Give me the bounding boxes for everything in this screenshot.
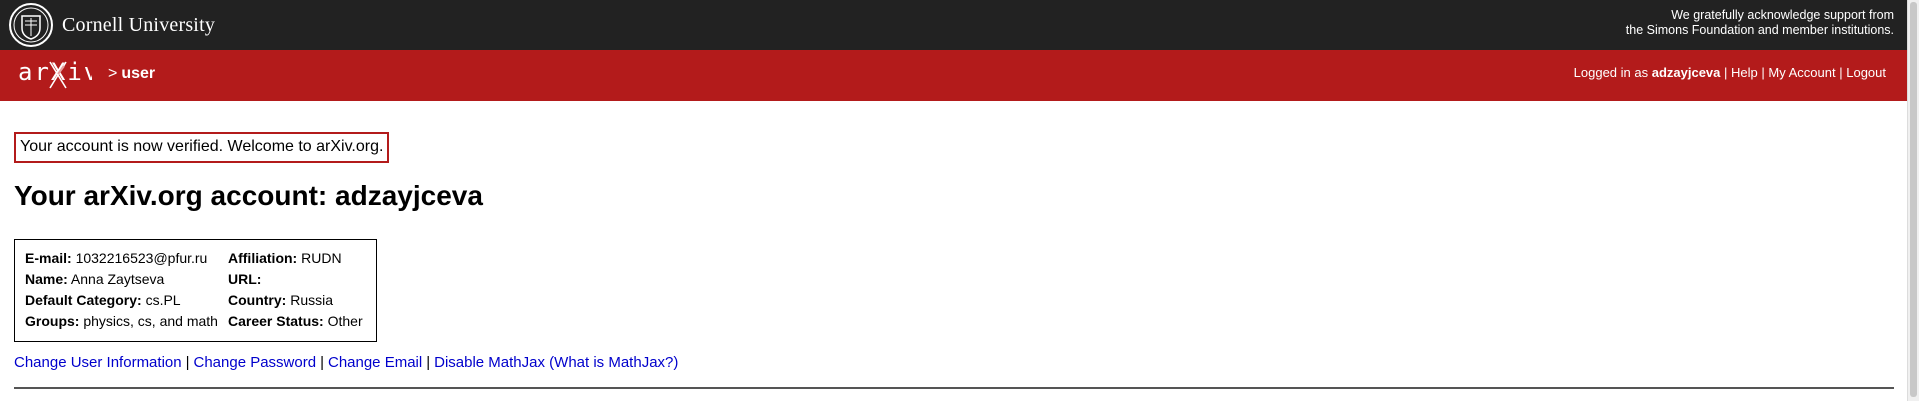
change-user-information-link[interactable]: Change User Information — [14, 354, 182, 371]
career-status-row: Career Status: Other — [228, 311, 363, 332]
change-password-link[interactable]: Change Password — [194, 354, 317, 371]
support-acknowledgement: We gratefully acknowledge support from t… — [1626, 8, 1894, 38]
account-actions: Change User Information | Change Password |… — [14, 354, 679, 371]
url-row: URL: — [228, 269, 363, 290]
affiliation-row: Affiliation: RUDN — [228, 248, 363, 269]
scrollbar-thumb[interactable] — [1910, 2, 1917, 397]
groups-label: Groups: — [25, 313, 80, 329]
name-label: Name: — [25, 271, 68, 287]
breadcrumb: > user — [108, 65, 155, 83]
support-line-2[interactable]: the Simons Foundation and member institu… — [1626, 23, 1894, 38]
default-category-label: Default Category: — [25, 292, 142, 308]
breadcrumb-separator: > — [108, 65, 118, 82]
career-status-label: Career Status: — [228, 313, 324, 329]
account-info-left: E-mail: 1032216523@pfur.ru Name: Anna Za… — [25, 248, 218, 332]
divider — [14, 387, 1894, 389]
my-account-link[interactable]: My Account — [1768, 65, 1835, 80]
account-info-box: E-mail: 1032216523@pfur.ru Name: Anna Za… — [14, 239, 377, 342]
name-row: Name: Anna Zaytseva — [25, 269, 218, 290]
groups-row: Groups: physics, cs, and math — [25, 311, 218, 332]
disable-mathjax-link[interactable]: Disable MathJax — [434, 354, 545, 371]
logout-link[interactable]: Logout — [1846, 65, 1886, 80]
email-row: E-mail: 1032216523@pfur.ru — [25, 248, 218, 269]
email-value: 1032216523@pfur.ru — [75, 250, 208, 266]
cornell-seal-icon — [9, 3, 53, 47]
cornell-logo-link[interactable]: Cornell University — [8, 2, 215, 48]
arxiv-logo-link[interactable]: arXiv — [18, 58, 98, 95]
logged-in-username: adzayjceva — [1651, 65, 1721, 80]
groups-value: physics, cs, and math — [83, 313, 218, 329]
page-title: Your arXiv.org account: adzayjceva — [14, 180, 483, 211]
affiliation-value: RUDN — [301, 250, 342, 266]
default-category-value: cs.PL — [145, 292, 181, 308]
affiliation-label: Affiliation: — [228, 250, 298, 266]
email-label: E-mail: — [25, 250, 72, 266]
change-email-link[interactable]: Change Email — [328, 354, 422, 371]
what-is-mathjax-link[interactable]: (What is MathJax?) — [549, 354, 678, 371]
career-status-value: Other — [327, 313, 363, 329]
country-value: Russia — [290, 292, 334, 308]
country-row: Country: Russia — [228, 290, 363, 311]
verification-message: Your account is now verified. Welcome to… — [14, 132, 390, 163]
arxiv-logo-text: arXiv — [18, 58, 92, 86]
url-label: URL: — [228, 271, 262, 287]
country-label: Country: — [228, 292, 287, 308]
breadcrumb-current: user — [121, 65, 156, 82]
scrollbar[interactable] — [1907, 0, 1919, 401]
cornell-bar: Cornell University We gratefully acknowl… — [0, 0, 1908, 50]
support-line-1: We gratefully acknowledge support from — [1671, 8, 1894, 22]
user-nav: Logged in as adzayjceva | Help | My Acco… — [1573, 65, 1886, 80]
arxiv-header: arXiv >user Logged in as adzayjceva | He… — [0, 50, 1908, 101]
name-value: Anna Zaytseva — [70, 271, 165, 287]
default-category-row: Default Category: cs.PL — [25, 290, 218, 311]
logged-in-prefix: Logged in as — [1573, 65, 1649, 80]
account-info-right: Affiliation: RUDN URL: Country: Russia C… — [228, 248, 363, 332]
cornell-name: Cornell University — [62, 13, 216, 36]
arxiv-logo-icon: arXiv — [18, 58, 98, 89]
help-link[interactable]: Help — [1731, 65, 1758, 80]
